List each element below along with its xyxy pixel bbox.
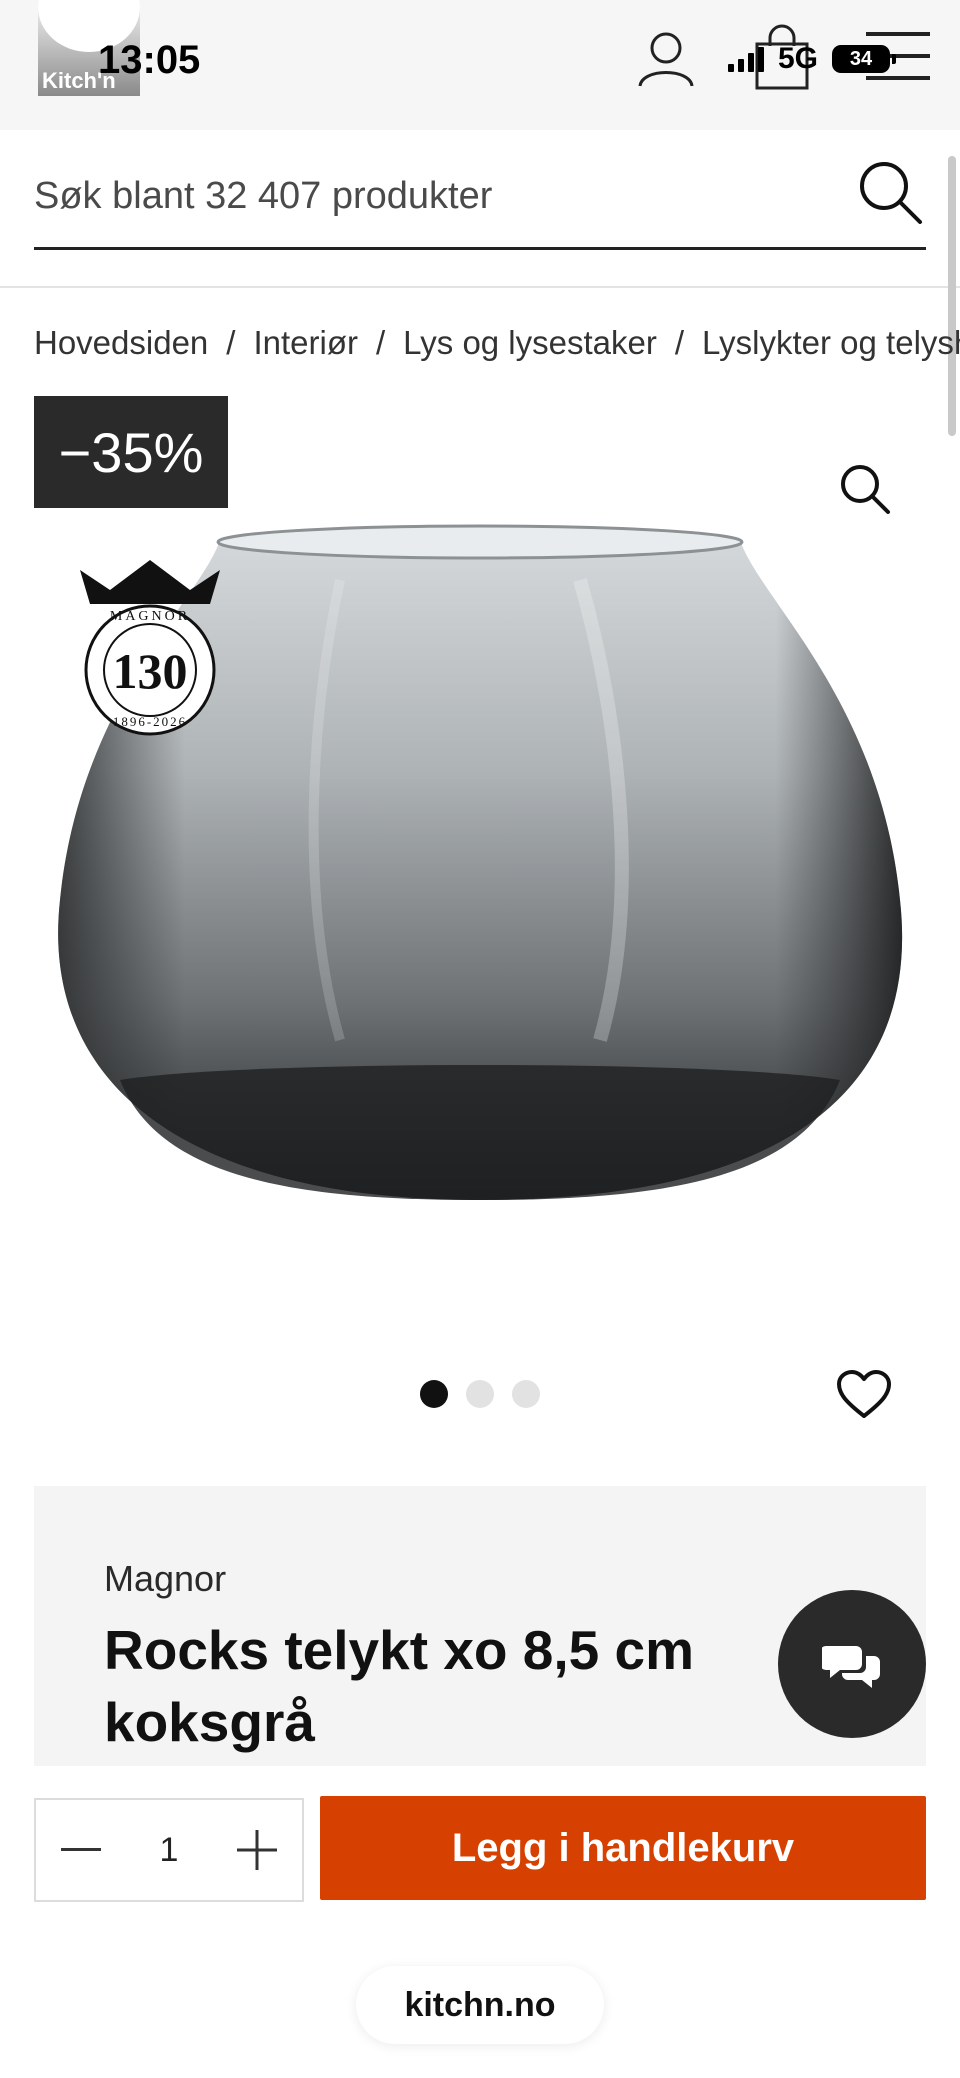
plus-icon xyxy=(237,1830,277,1870)
breadcrumb-interior[interactable]: Interiør xyxy=(253,324,358,362)
anniversary-badge-icon: MAGNOR 130 1896-2026 xyxy=(80,560,220,736)
breadcrumb-separator: / xyxy=(674,324,685,361)
add-to-cart-button[interactable]: Legg i handlekurv xyxy=(320,1796,926,1900)
product-brand[interactable]: Magnor xyxy=(104,1558,226,1600)
badge-number: 130 xyxy=(113,643,188,699)
breadcrumb: Hovedsiden / Interiør / Lys og lysestake… xyxy=(34,318,960,368)
zoom-icon[interactable] xyxy=(836,460,892,516)
badge-brand: MAGNOR xyxy=(110,609,190,624)
increase-quantity-button[interactable] xyxy=(212,1800,302,1900)
quantity-stepper: 1 xyxy=(34,1798,304,1902)
chat-button[interactable] xyxy=(778,1590,926,1738)
breadcrumb-home[interactable]: Hovedsiden xyxy=(34,324,208,362)
gallery-pagination xyxy=(420,1380,540,1408)
breadcrumb-lights[interactable]: Lys og lysestaker xyxy=(403,324,657,362)
breadcrumb-separator: / xyxy=(226,324,236,361)
browser-url-bar[interactable]: kitchn.no xyxy=(356,1966,604,2044)
signal-icon xyxy=(727,46,764,72)
quantity-value[interactable]: 1 xyxy=(126,1831,212,1870)
breadcrumb-separator: / xyxy=(375,324,386,361)
discount-badge: −35% xyxy=(34,396,228,508)
gallery-dot[interactable] xyxy=(512,1380,540,1408)
minus-icon xyxy=(61,1848,101,1851)
status-indicators: 5G 34 xyxy=(727,24,896,94)
gallery-dot[interactable] xyxy=(466,1380,494,1408)
battery-level: 34 xyxy=(849,47,873,70)
chat-icon xyxy=(822,1646,880,1688)
search-bar xyxy=(34,142,926,250)
product-gallery[interactable]: −35% MAGNOR 130 1896-2026 xyxy=(0,380,960,1430)
network-type: 5G xyxy=(777,42,818,75)
badge-years: 1896-2026 xyxy=(113,714,187,729)
favorite-heart-icon[interactable] xyxy=(836,1370,892,1420)
gallery-dot[interactable] xyxy=(420,1380,448,1408)
breadcrumb-lanterns[interactable]: Lyslykter og telysholdere xyxy=(702,324,960,362)
account-icon[interactable] xyxy=(636,28,700,88)
decrease-quantity-button[interactable] xyxy=(36,1800,126,1900)
product-title: Rocks telykt xo 8,5 cm koksgrå xyxy=(104,1619,695,1753)
battery-icon: 34 xyxy=(832,45,896,73)
search-input[interactable] xyxy=(34,164,834,228)
header-divider xyxy=(0,286,960,288)
header: Kitch'n 13:05 5G 34 xyxy=(0,0,960,130)
search-icon[interactable] xyxy=(854,156,926,228)
status-time: 13:05 xyxy=(98,38,201,82)
